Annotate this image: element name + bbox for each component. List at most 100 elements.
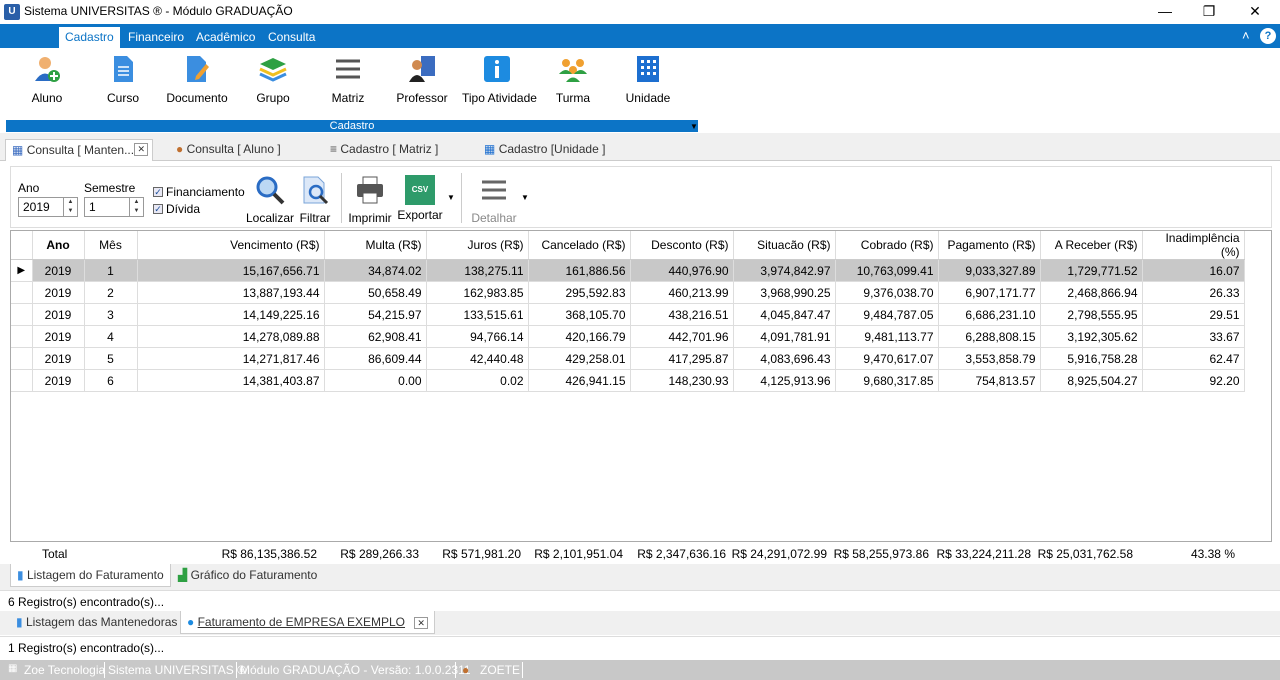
tab-consulta-mantenedora[interactable]: ▦ Consulta [ Manten... ✕ — [5, 139, 153, 161]
table-cell[interactable]: 6,288,808.15 — [938, 325, 1041, 348]
table-cell[interactable]: 3,974,842.97 — [733, 259, 836, 282]
table-cell[interactable]: 14,149,225.16 — [137, 303, 325, 326]
table-row[interactable]: 2019 5 14,271,817.46 86,609.44 42,440.48 429,… — [11, 347, 1245, 370]
table-row[interactable]: 2019 4 14,278,089.88 62,908.41 94,766.14 420,… — [11, 325, 1245, 348]
table-cell[interactable]: 429,258.01 — [528, 347, 631, 370]
table-cell[interactable]: 14,278,089.88 — [137, 325, 325, 348]
ribbon-professor-button[interactable]: Professor — [387, 54, 457, 105]
tab-cadastro-unidade[interactable]: ▦ Cadastro [Unidade ] — [478, 139, 611, 161]
col-vencimento-header[interactable]: Vencimento (R$) — [137, 231, 325, 260]
table-cell[interactable]: 26.33 — [1142, 281, 1245, 304]
col-ano-header[interactable]: Ano — [32, 231, 85, 260]
table-cell[interactable]: 9,470,617.07 — [835, 347, 939, 370]
table-row[interactable]: 2019 2 13,887,193.44 50,658.49 162,983.85 295… — [11, 281, 1245, 304]
table-cell[interactable]: 368,105.70 — [528, 303, 631, 326]
table-cell[interactable]: 2019 — [32, 259, 85, 282]
table-cell[interactable]: 426,941.15 — [528, 369, 631, 392]
table-cell[interactable]: 6,686,231.10 — [938, 303, 1041, 326]
ano-spinner[interactable]: 2019 ▲ ▼ — [18, 197, 78, 217]
table-cell[interactable]: 34,874.02 — [324, 259, 427, 282]
table-cell[interactable]: 4,083,696.43 — [733, 347, 836, 370]
col-desconto-header[interactable]: Desconto (R$) — [630, 231, 734, 260]
semestre-spinner[interactable]: 1 ▲ ▼ — [84, 197, 144, 217]
maximize-button[interactable]: ❐ — [1186, 0, 1232, 24]
table-cell[interactable]: 438,216.51 — [630, 303, 734, 326]
table-cell[interactable]: 62.47 — [1142, 347, 1245, 370]
table-cell[interactable]: 16.07 — [1142, 259, 1245, 282]
tab-cadastro-matriz[interactable]: ≡ Cadastro [ Matriz ] — [324, 139, 444, 161]
table-cell[interactable]: 50,658.49 — [324, 281, 427, 304]
table-cell[interactable]: 94,766.14 — [426, 325, 529, 348]
table-cell[interactable]: 2019 — [32, 303, 85, 326]
table-cell[interactable]: 420,166.79 — [528, 325, 631, 348]
ribbon-group-dropdown-icon[interactable]: ▼ — [690, 122, 698, 131]
col-juros-header[interactable]: Juros (R$) — [426, 231, 529, 260]
detalhar-dropdown-icon[interactable]: ▼ — [521, 193, 529, 202]
divida-checkbox[interactable]: ✓ — [153, 204, 163, 214]
table-cell[interactable]: 0.00 — [324, 369, 427, 392]
table-row[interactable]: 2019 6 14,381,403.87 0.00 0.02 426,941.15 148,… — [11, 369, 1245, 392]
table-cell[interactable]: 54,215.97 — [324, 303, 427, 326]
table-cell[interactable]: 460,213.99 — [630, 281, 734, 304]
localizar-button[interactable]: Localizar — [245, 175, 295, 225]
table-cell[interactable]: 9,484,787.05 — [835, 303, 939, 326]
table-cell[interactable]: 162,983.85 — [426, 281, 529, 304]
table-cell[interactable]: 295,592.83 — [528, 281, 631, 304]
spinner-arrows-icon[interactable]: ▲ ▼ — [63, 198, 77, 216]
ribbon-curso-button[interactable]: Curso — [88, 54, 158, 105]
minimize-button[interactable]: — — [1142, 0, 1188, 24]
table-cell[interactable]: 2019 — [32, 369, 85, 392]
ribbon-aluno-button[interactable]: Aluno — [12, 54, 82, 105]
close-tab-icon[interactable]: ✕ — [134, 143, 148, 156]
table-cell[interactable]: 3,553,858.79 — [938, 347, 1041, 370]
menu-tab-cadastro[interactable]: Cadastro — [59, 27, 120, 49]
table-cell[interactable]: 13,887,193.44 — [137, 281, 325, 304]
menu-tab-academico[interactable]: Acadêmico — [196, 30, 255, 44]
spinner-arrows-icon[interactable]: ▲ ▼ — [129, 198, 143, 216]
table-cell[interactable]: 1,729,771.52 — [1040, 259, 1143, 282]
col-pagamento-header[interactable]: Pagamento (R$) — [938, 231, 1041, 260]
col-multa-header[interactable]: Multa (R$) — [324, 231, 427, 260]
table-cell[interactable]: 10,763,099.41 — [835, 259, 939, 282]
ribbon-turma-button[interactable]: Turma — [538, 54, 608, 105]
tab-grafico-faturamento[interactable]: ▟ Gráfico do Faturamento — [172, 564, 323, 586]
table-cell[interactable]: 6 — [84, 369, 138, 392]
collapse-ribbon-icon[interactable]: ˄ — [1242, 28, 1250, 43]
filtrar-button[interactable]: Filtrar — [295, 175, 335, 225]
ribbon-matriz-button[interactable]: Matriz — [313, 54, 383, 105]
col-mes-header[interactable]: Mês — [84, 231, 138, 260]
table-cell[interactable]: 3,968,990.25 — [733, 281, 836, 304]
table-cell[interactable]: 2019 — [32, 281, 85, 304]
col-inadimplencia-header[interactable]: Inadimplência (%) — [1142, 231, 1245, 260]
table-cell[interactable]: 29.51 — [1142, 303, 1245, 326]
table-cell[interactable]: 1 — [84, 259, 138, 282]
menu-tab-financeiro[interactable]: Financeiro — [128, 30, 184, 44]
table-cell[interactable]: 2019 — [32, 325, 85, 348]
table-cell[interactable]: 2,798,555.95 — [1040, 303, 1143, 326]
table-cell[interactable]: 9,033,327.89 — [938, 259, 1041, 282]
table-cell[interactable]: 9,680,317.85 — [835, 369, 939, 392]
close-tab-icon[interactable]: ✕ — [414, 617, 428, 629]
table-cell[interactable]: 5 — [84, 347, 138, 370]
table-cell[interactable]: 86,609.44 — [324, 347, 427, 370]
tab-consulta-aluno[interactable]: ● Consulta [ Aluno ] — [170, 139, 287, 161]
table-cell[interactable]: 754,813.57 — [938, 369, 1041, 392]
table-cell[interactable]: 15,167,656.71 — [137, 259, 325, 282]
table-cell[interactable]: 2019 — [32, 347, 85, 370]
menu-tab-consulta[interactable]: Consulta — [268, 30, 315, 44]
table-cell[interactable]: 417,295.87 — [630, 347, 734, 370]
table-cell[interactable]: 6,907,171.77 — [938, 281, 1041, 304]
table-cell[interactable]: 4,045,847.47 — [733, 303, 836, 326]
table-cell[interactable]: 42,440.48 — [426, 347, 529, 370]
imprimir-button[interactable]: Imprimir — [347, 175, 393, 225]
table-cell[interactable]: 8,925,504.27 — [1040, 369, 1143, 392]
col-cobrado-header[interactable]: Cobrado (R$) — [835, 231, 939, 260]
table-row[interactable]: ▶ 2019 1 15,167,656.71 34,874.02 138,275.11 16… — [11, 259, 1245, 282]
col-a-receber-header[interactable]: A Receber (R$) — [1040, 231, 1143, 260]
table-cell[interactable]: 4,091,781.91 — [733, 325, 836, 348]
ribbon-grupo-button[interactable]: Grupo — [238, 54, 308, 105]
table-cell[interactable]: 3 — [84, 303, 138, 326]
ribbon-unidade-button[interactable]: Unidade — [613, 54, 683, 105]
table-cell[interactable]: 9,481,113.77 — [835, 325, 939, 348]
table-cell[interactable]: 2 — [84, 281, 138, 304]
